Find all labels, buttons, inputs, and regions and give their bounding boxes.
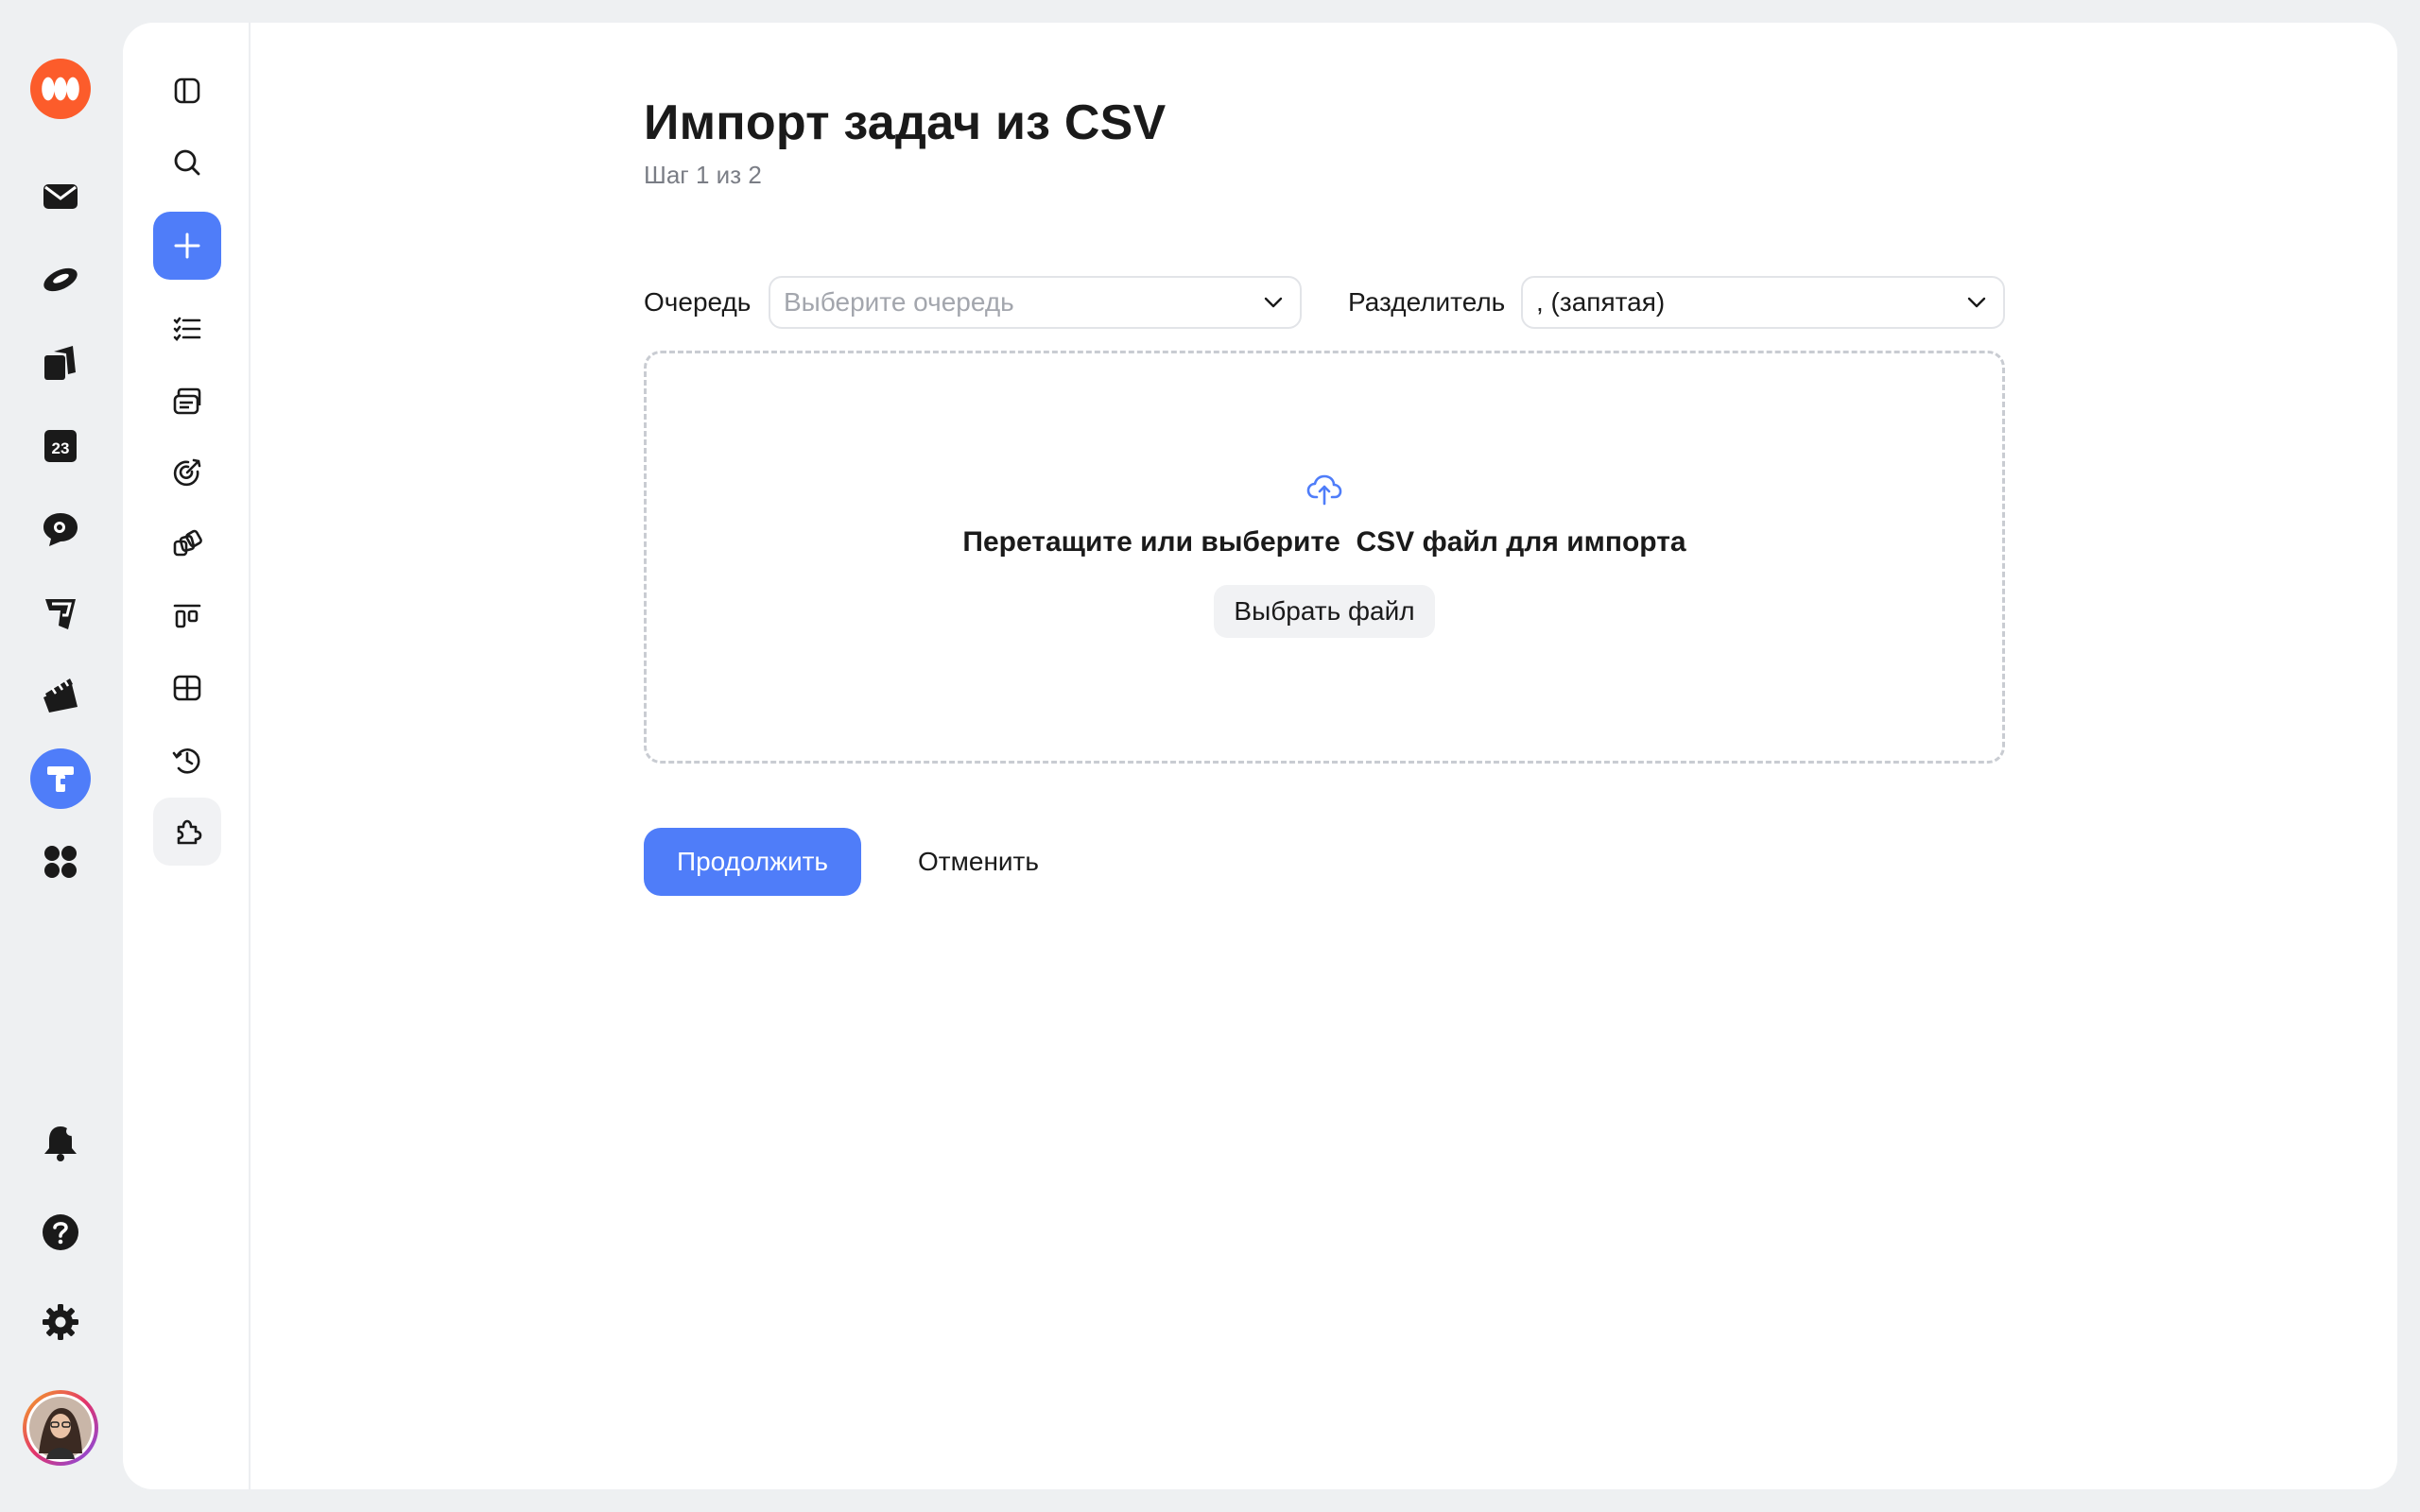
queue-label: Очередь [644,287,752,317]
settings-icon[interactable] [30,1292,91,1352]
disk-icon[interactable] [30,249,91,310]
chevron-down-icon [1260,289,1287,316]
separator-select-value: , (запятая) [1536,287,1666,317]
continue-button[interactable]: Продолжить [644,828,861,896]
help-icon[interactable] [30,1202,91,1263]
page-title: Импорт задач из CSV [644,95,1167,150]
user-avatar[interactable] [23,1390,98,1466]
all-services-icon[interactable] [30,832,91,892]
separator-label: Разделитель [1348,287,1506,317]
queue-select[interactable]: Выберите очередь [769,276,1302,329]
import-form: Импорт задач из CSV Шаг 1 из 2 Очередь В… [123,23,2397,1489]
cancel-button[interactable]: Отменить [898,828,1059,896]
svg-text:23: 23 [52,439,70,457]
avatar-inner [26,1394,95,1462]
chevron-down-icon [1963,289,1990,316]
separator-select[interactable]: , (запятая) [1521,276,2005,329]
main-panel: Импорт задач из CSV Шаг 1 из 2 Очередь В… [123,23,2397,1489]
documents-icon[interactable] [30,333,91,393]
tracker-icon[interactable] [30,748,91,809]
step-indicator: Шаг 1 из 2 [644,161,762,189]
mail-icon[interactable] [30,166,91,227]
file-dropzone[interactable]: Перетащите или выберите CSV файл для имп… [644,351,2005,764]
queue-select-value: Выберите очередь [784,287,1014,317]
messenger-icon[interactable] [30,499,91,559]
calendar-icon[interactable]: 23 [30,416,91,476]
app-logo-icon[interactable] [30,59,91,119]
app-rail: 23 [0,0,123,1512]
notifications-icon[interactable] [30,1112,91,1173]
wiki-icon[interactable] [30,582,91,643]
upload-cloud-icon [1305,471,1343,508]
dropzone-text: Перетащите или выберите CSV файл для имп… [962,526,1686,558]
choose-file-button[interactable]: Выбрать файл [1214,585,1435,638]
telemost-icon[interactable] [30,665,91,726]
